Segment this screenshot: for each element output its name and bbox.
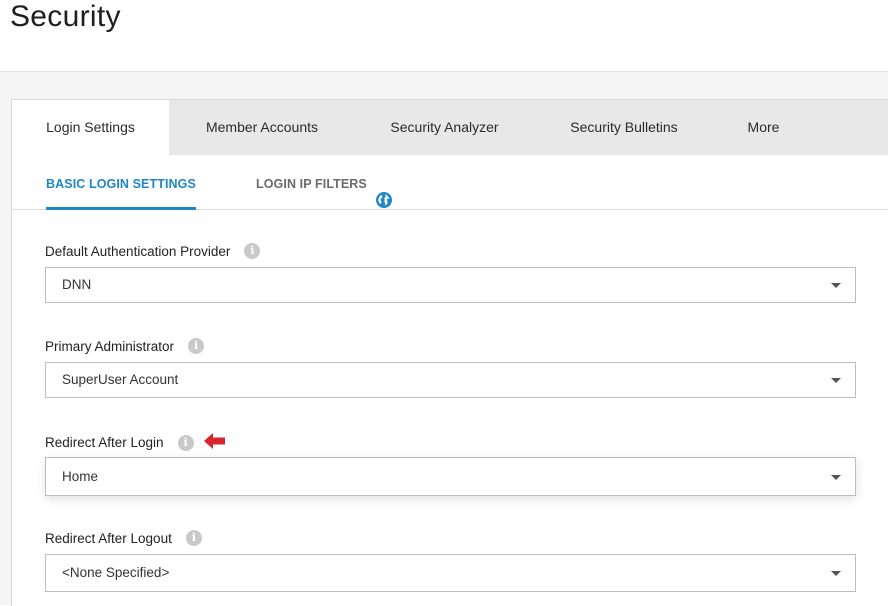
info-icon[interactable]: i [177, 434, 194, 451]
tab-more[interactable]: More [714, 100, 813, 155]
select-value: <None Specified> [62, 565, 170, 580]
page-title: Security [10, 0, 121, 33]
red-arrow-icon [203, 433, 226, 452]
subtab-basic-login-settings[interactable]: BASIC LOGIN SETTINGS [46, 155, 196, 210]
select-value: Home [62, 469, 99, 484]
subtab-label: BASIC LOGIN SETTINGS [46, 177, 196, 191]
tab-security-analyzer[interactable]: Security Analyzer [355, 100, 534, 155]
chevron-down-icon [831, 283, 841, 288]
tab-member-accounts[interactable]: Member Accounts [169, 100, 355, 155]
sub-tabs: BASIC LOGIN SETTINGS LOGIN IP FILTERS [12, 155, 888, 210]
redirect-after-login-select[interactable]: Home [45, 457, 856, 496]
chevron-down-icon [831, 474, 841, 480]
tab-security-bulletins[interactable]: Security Bulletins [534, 100, 714, 155]
redirect-after-logout-select[interactable]: <None Specified> [45, 554, 856, 592]
field-label-text: Redirect After Logout [45, 530, 172, 546]
primary-administrator-select[interactable]: SuperUser Account [45, 362, 856, 398]
info-icon[interactable]: i [244, 243, 261, 259]
main-tabs: Login Settings Member Accounts Security … [12, 100, 888, 155]
page-header: Security [0, 0, 888, 72]
subtab-label: LOGIN IP FILTERS [256, 177, 367, 191]
default-auth-provider-label: Default Authentication Provider i [45, 243, 261, 259]
security-panel: Login Settings Member Accounts Security … [11, 99, 888, 606]
redirect-after-logout-label: Redirect After Logout i [45, 530, 202, 546]
info-icon[interactable]: i [188, 338, 205, 354]
select-value: SuperUser Account [62, 372, 179, 387]
globe-icon [376, 175, 393, 208]
tab-login-settings[interactable]: Login Settings [12, 100, 169, 155]
field-label-text: Default Authentication Provider [45, 243, 231, 259]
chevron-down-icon [831, 378, 841, 383]
field-label-text: Redirect After Login [45, 435, 164, 450]
info-icon[interactable]: i [185, 530, 202, 546]
default-auth-provider-select[interactable]: DNN [45, 267, 856, 303]
primary-administrator-label: Primary Administrator i [45, 338, 205, 354]
subtab-login-ip-filters[interactable]: LOGIN IP FILTERS [256, 155, 393, 210]
select-value: DNN [62, 277, 92, 292]
redirect-after-login-label: Redirect After Login i [45, 433, 226, 452]
chevron-down-icon [831, 571, 841, 576]
field-label-text: Primary Administrator [45, 338, 175, 354]
